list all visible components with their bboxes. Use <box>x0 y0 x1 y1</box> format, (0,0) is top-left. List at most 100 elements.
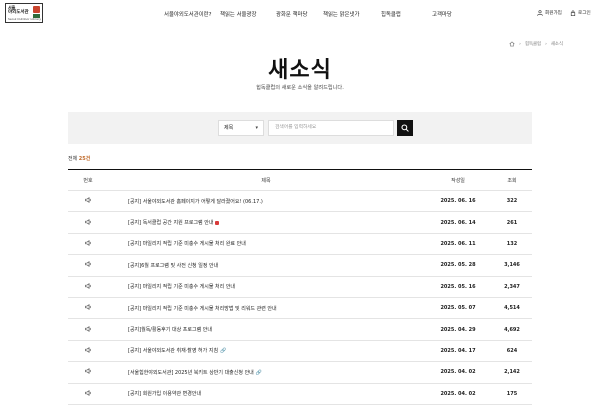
row-title-link[interactable]: [공지]월독/활동후기 대상 프로그램 안내 <box>108 326 424 333</box>
search-field-value: 제목 <box>224 125 234 131</box>
row-title: [공지] 마일리지 적립 기준 미충수 게시물 처리방법 및 리워드 관련 안내 <box>128 305 277 312</box>
table-row[interactable]: [서울힙한야외도서관] 2025년 북키트 상반기 대출신청 안내 🔗 2025. … <box>68 362 532 384</box>
table-row[interactable]: [공지] 회원가입 이용약관 변경안내 2025. 04. 02 175 <box>68 384 532 405</box>
logo-mark-accent-icon <box>33 14 40 18</box>
breadcrumb-separator-icon: › <box>545 41 547 47</box>
notice-speaker-icon <box>84 347 91 353</box>
table-row[interactable]: [공지] 독서클럽 공간 지원 프로그램 안내 2025. 06. 14 261 <box>68 212 532 234</box>
row-date: 2025. 04. 02 <box>440 390 476 397</box>
login-label: 로그인 <box>578 11 591 16</box>
search-bar: 제목 ▾ 검색어를 입력하세요 <box>68 112 532 144</box>
page-subtitle: 힙독클럽의 새로운 소식을 알려드립니다. <box>256 85 344 91</box>
total-count: 전체 25건 <box>68 155 90 162</box>
notice-speaker-icon <box>84 368 91 375</box>
row-date: 2025. 05. 07 <box>440 305 476 312</box>
row-views: 322 <box>506 198 518 205</box>
notice-speaker-icon <box>84 282 91 289</box>
row-title-link[interactable]: [공지] 서울야외도서관 취재·촬영 허가 지침 🔗 <box>108 347 424 354</box>
row-title-link[interactable]: [서울힙한야외도서관] 2025년 북키트 상반기 대출신청 안내 🔗 <box>108 369 424 376</box>
row-notice-marker <box>68 282 108 291</box>
new-badge-icon <box>215 220 220 225</box>
logo-line-2: 야외도서관 <box>8 10 29 15</box>
row-title-link[interactable]: [공지] 마일리지 적립 기준 미충수 게시물 처리 안내 <box>108 283 424 290</box>
nav-item-seoul-plaza[interactable]: 책읽는 서울광장 <box>220 10 256 18</box>
row-title: [공지] 서울야외도서관 홈페이지가 어떻게 달라졌어요! (06.17.) <box>128 198 263 205</box>
row-title: [공지] 서울야외도서관 취재·촬영 허가 지침 <box>128 348 219 355</box>
total-number: 25건 <box>78 156 91 162</box>
row-views: 3,146 <box>504 262 520 269</box>
header-date: 작성일 <box>451 177 465 184</box>
site-logo[interactable]: 서울 야외도서관 Seoul Outdoor Library <box>5 3 43 23</box>
user-icon <box>537 10 543 16</box>
row-date: 2025. 06. 11 <box>440 240 476 247</box>
row-date: 2025. 05. 16 <box>440 283 476 290</box>
row-date: 2025. 04. 29 <box>440 326 476 333</box>
row-date: 2025. 04. 17 <box>440 347 476 354</box>
search-icon <box>401 124 409 132</box>
row-notice-marker <box>68 261 108 269</box>
table-row[interactable]: [공지] 서울야외도서관 취재·촬영 허가 지침 🔗 2025. 04. 17 624 <box>68 341 532 363</box>
row-notice-marker <box>68 240 108 248</box>
table-row[interactable]: [공지]월독/활동후기 대상 프로그램 안내 2025. 04. 29 4,692 <box>68 319 532 341</box>
header-views: 조회 <box>507 177 517 184</box>
nav-item-stream[interactable]: 책읽는 맑은냇가 <box>323 10 359 18</box>
notice-speaker-icon <box>84 304 91 311</box>
table-header: 번호 제목 작성일 조회 <box>68 170 532 191</box>
row-views: 132 <box>506 240 518 247</box>
row-views: 2,142 <box>504 369 520 376</box>
notice-speaker-icon <box>84 325 91 332</box>
row-notice-marker <box>68 347 108 355</box>
table-row[interactable]: [공지] 서울야외도서관 홈페이지가 어떻게 달라졌어요! (06.17.) 20… <box>68 191 532 213</box>
row-title-link[interactable]: [공지] 마일리지 적립 기준 미충수 게시물 처리 완료 안내 <box>108 240 424 247</box>
logo-mark-icon <box>33 6 40 13</box>
header-no: 번호 <box>83 177 93 184</box>
home-icon[interactable] <box>509 41 515 47</box>
row-notice-marker <box>68 218 108 227</box>
nav-item-about[interactable]: 서울야외도서관이란? <box>164 10 212 18</box>
attachment-icon: 🔗 <box>220 348 227 355</box>
row-notice-marker <box>68 368 108 376</box>
row-title: [공지] 독서클럽 공간 지원 프로그램 안내 <box>128 220 214 227</box>
header-title: 제목 <box>261 177 271 184</box>
row-views: 4,692 <box>504 326 520 333</box>
chevron-down-icon: ▾ <box>255 125 258 131</box>
join-link[interactable]: 회원가입 <box>537 10 562 16</box>
row-date: 2025. 04. 02 <box>440 369 476 376</box>
search-field-select[interactable]: 제목 ▾ <box>218 120 264 136</box>
row-notice-marker <box>68 304 108 312</box>
breadcrumb-item-news[interactable]: 새소식 <box>551 41 563 47</box>
row-title-link[interactable]: [공지] 서울야외도서관 홈페이지가 어떻게 달라졌어요! (06.17.) <box>108 198 424 205</box>
notice-speaker-icon <box>84 389 91 396</box>
breadcrumb-separator-icon: › <box>519 41 521 47</box>
nav-item-gwanghwamun[interactable]: 광화문 책마당 <box>276 10 307 18</box>
search-input[interactable]: 검색어를 입력하세요 <box>268 120 394 136</box>
nav-item-customer[interactable]: 고객마당 <box>432 10 452 18</box>
row-views: 4,514 <box>504 305 520 312</box>
table-row[interactable]: [공지]6월 프로그램 및 사전 신청 일정 안내 2025. 05. 28 3,1… <box>68 255 532 277</box>
row-title-link[interactable]: [공지] 마일리지 적립 기준 미충수 게시물 처리방법 및 리워드 관련 안내 <box>108 305 424 312</box>
nav-item-hipdok-club[interactable]: 힙독클럽 <box>381 10 401 18</box>
breadcrumb: › 힙독클럽 › 새소식 <box>509 41 563 47</box>
search-button[interactable] <box>397 120 413 136</box>
total-prefix: 전체 <box>68 156 78 162</box>
table-row[interactable]: [공지] 마일리지 적립 기준 미충수 게시물 처리방법 및 리워드 관련 안내… <box>68 298 532 320</box>
notice-table: 번호 제목 작성일 조회 [공지] 서울야외도서관 홈페이지가 어떻게 달라졌어… <box>68 169 532 405</box>
notice-speaker-icon <box>84 261 91 268</box>
table-row[interactable]: [공지] 마일리지 적립 기준 미충수 게시물 처리 완료 안내 2025. 06… <box>68 234 532 256</box>
row-title: [공지]월독/활동후기 대상 프로그램 안내 <box>128 327 212 334</box>
row-title: [공지] 회원가입 이용약관 변경안내 <box>128 391 202 398</box>
lock-icon <box>570 10 576 16</box>
row-notice-marker <box>68 389 108 398</box>
breadcrumb-item-club[interactable]: 힙독클럽 <box>525 41 541 47</box>
login-link[interactable]: 로그인 <box>570 10 591 16</box>
table-row[interactable]: [공지] 마일리지 적립 기준 미충수 게시물 처리 안내 2025. 05. 1… <box>68 277 532 298</box>
row-date: 2025. 05. 28 <box>440 262 476 269</box>
join-label: 회원가입 <box>545 11 562 16</box>
row-notice-marker <box>68 197 108 205</box>
row-title-link[interactable]: [공지] 회원가입 이용약관 변경안내 <box>108 390 424 397</box>
row-views: 2,347 <box>504 283 520 290</box>
row-date: 2025. 06. 16 <box>440 198 476 205</box>
row-views: 261 <box>506 219 518 226</box>
row-title-link[interactable]: [공지]6월 프로그램 및 사전 신청 일정 안내 <box>108 262 424 269</box>
row-title-link[interactable]: [공지] 독서클럽 공간 지원 프로그램 안내 <box>108 219 424 226</box>
